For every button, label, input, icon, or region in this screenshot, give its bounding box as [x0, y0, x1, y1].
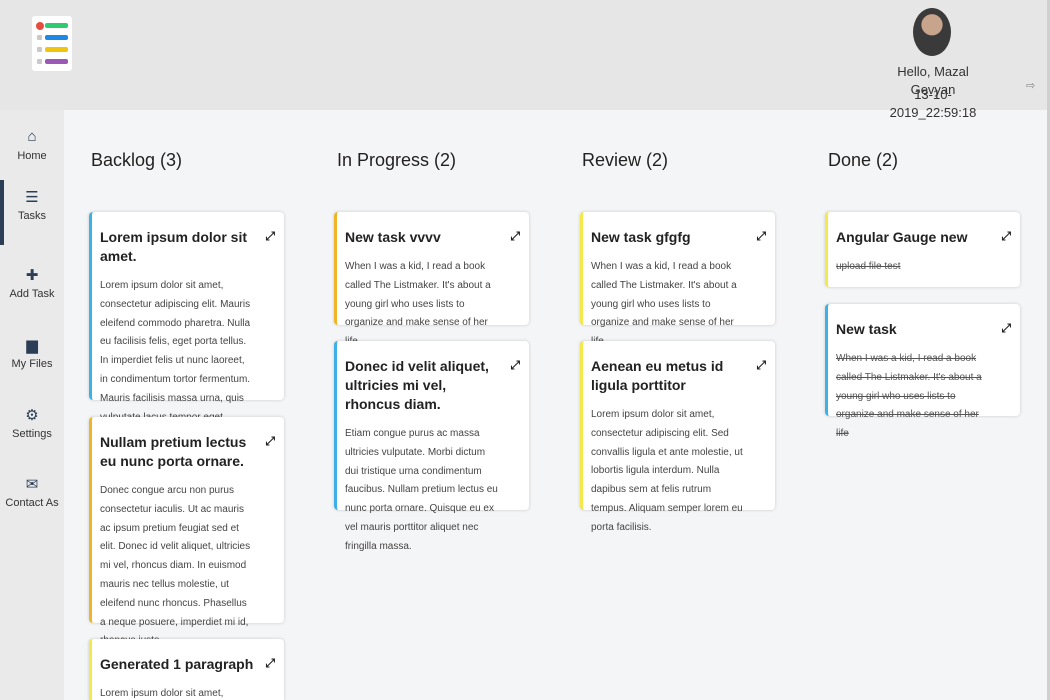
column-title-backlog: Backlog (3): [91, 150, 183, 170]
logo-dot: [37, 35, 42, 40]
sidebar-item-label: Home: [17, 150, 47, 162]
task-card-title: New task gfgfg: [591, 229, 691, 245]
task-card-title: Angular Gauge new: [836, 229, 968, 245]
task-card-title: New task vvvv: [345, 229, 441, 245]
column-title-in-progress: In Progress (2): [337, 150, 457, 170]
logo-bar: [45, 59, 68, 64]
checkmark-dot: [36, 22, 44, 30]
expand-icon[interactable]: ⤢: [756, 358, 766, 373]
sidebar-item-label: Add Task: [9, 288, 55, 300]
sidebar-item-home[interactable]: ⌂ Home: [0, 120, 64, 180]
task-card-description: When I was a kid, I read a book called T…: [345, 261, 491, 347]
gear-icon: ⚙: [25, 407, 39, 424]
task-card-title: Nullam pretium lectus eu nunc porta orna…: [100, 434, 247, 469]
task-card[interactable]: Aenean eu metus id ligula porttitor Lore…: [580, 341, 775, 533]
sidebar: ⌂ Home ☰ Tasks ✚ Add Task ▆ My Files ⚙ S…: [0, 110, 64, 700]
sidebar-item-label: Tasks: [17, 210, 47, 222]
task-card-description: Lorem ipsum dolor sit amet, consectetur …: [591, 409, 743, 533]
task-card-title: New task: [836, 321, 897, 337]
task-card-title: Donec id velit aliquet, ultricies mi vel…: [345, 358, 489, 412]
task-card-description: When I was a kid, I read a book called T…: [591, 261, 737, 347]
column-title-review: Review (2): [582, 150, 669, 170]
task-card-description: Etiam congue purus ac massa ultricies vu…: [345, 428, 498, 552]
task-card-title: Generated 1 paragraph: [100, 656, 254, 672]
task-card-title: Aenean eu metus id ligula porttitor: [591, 358, 724, 393]
sidebar-item-contact-as[interactable]: ✉ Contact As: [0, 467, 64, 527]
checklist-logo-icon[interactable]: [32, 16, 72, 71]
sidebar-item-label: My Files: [11, 358, 53, 370]
task-card-description: When I was a kid, I read a book called T…: [836, 353, 982, 440]
logo-dot: [37, 59, 42, 64]
envelope-icon: ✉: [25, 476, 39, 493]
task-card-description: Lorem ipsum dolor sit amet, consectetur: [100, 688, 224, 699]
sidebar-item-my-files[interactable]: ▆ My Files: [0, 328, 64, 388]
sidebar-item-label: Settings: [12, 428, 52, 440]
sidebar-item-tasks[interactable]: ☰ Tasks: [0, 180, 64, 245]
list-icon: ☰: [25, 189, 39, 206]
task-card[interactable]: New task When I was a kid, I read a book…: [825, 304, 1020, 439]
expand-icon[interactable]: ⤢: [1001, 321, 1011, 336]
logo-bar: [45, 47, 68, 52]
task-card[interactable]: New task gfgfg When I was a kid, I read …: [580, 212, 775, 347]
task-card[interactable]: Nullam pretium lectus eu nunc porta orna…: [89, 417, 284, 646]
expand-icon[interactable]: ⤢: [1001, 229, 1011, 244]
logo-bar: [45, 35, 68, 40]
home-icon: ⌂: [27, 128, 37, 145]
file-icon: ▆: [26, 337, 38, 354]
avatar[interactable]: [913, 8, 951, 56]
expand-icon[interactable]: ⤢: [265, 229, 275, 244]
task-card[interactable]: Lorem ipsum dolor sit amet. Lorem ipsum …: [89, 212, 284, 441]
task-card[interactable]: Generated 1 paragraph Lorem ipsum dolor …: [89, 639, 284, 700]
sidebar-item-settings[interactable]: ⚙ Settings: [0, 398, 64, 458]
task-card[interactable]: Donec id velit aliquet, ultricies mi vel…: [334, 341, 529, 552]
task-card-description: upload file test: [836, 261, 901, 272]
task-card-title: Lorem ipsum dolor sit amet.: [100, 229, 248, 264]
expand-icon[interactable]: ⤢: [510, 229, 520, 244]
current-datetime: 13-10-2019_22:59:18: [889, 87, 977, 120]
expand-icon[interactable]: ⤢: [510, 358, 520, 373]
logout-icon[interactable]: ⇨: [1026, 79, 1035, 92]
top-header: Hello, Mazal Gevyan 13-10-2019_22:59:18 …: [0, 0, 1050, 120]
task-card[interactable]: Angular Gauge new upload file test ⤢: [825, 212, 1020, 287]
expand-icon[interactable]: ⤢: [265, 434, 275, 449]
task-card[interactable]: New task vvvv When I was a kid, I read a…: [334, 212, 529, 347]
logo-dot: [37, 47, 42, 52]
expand-icon[interactable]: ⤢: [756, 229, 766, 244]
sidebar-item-add-task[interactable]: ✚ Add Task: [0, 258, 64, 318]
logo-bar: [45, 23, 68, 28]
column-title-done: Done (2): [828, 150, 899, 170]
task-card-description: Donec congue arcu non purus consectetur …: [100, 485, 251, 646]
expand-icon[interactable]: ⤢: [265, 656, 275, 671]
sidebar-item-label: Contact As: [5, 497, 59, 509]
plus-icon: ✚: [25, 267, 39, 284]
